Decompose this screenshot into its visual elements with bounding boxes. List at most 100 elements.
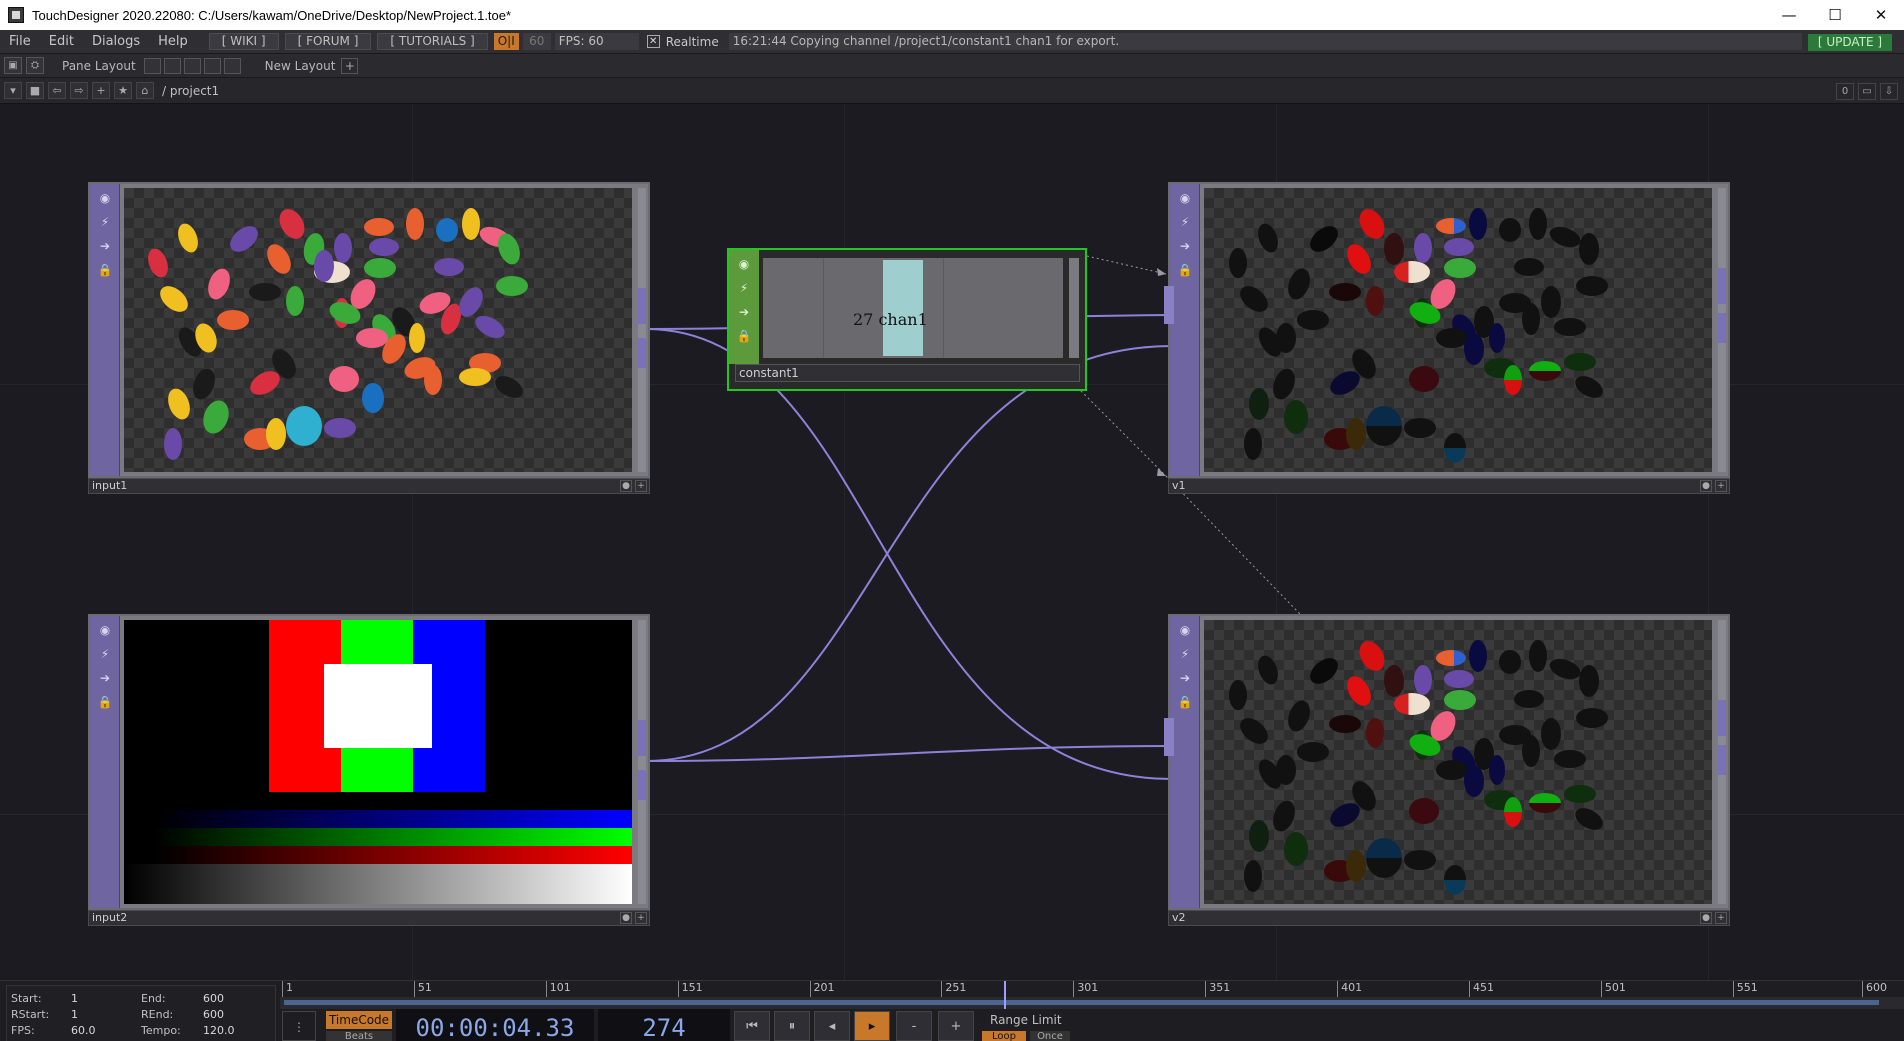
timeline-ruler[interactable]: 1 51 101 151 201 251 301 351 401 451 501 551 600	[280, 981, 1904, 997]
pane-export-icon[interactable]: ⇩	[1880, 83, 1898, 100]
menu-dialogs[interactable]: Dialogs	[83, 34, 149, 49]
node-body[interactable]: ◉ ⚡ ➔ 🔒	[88, 614, 650, 910]
scrollbar-knob[interactable]	[1718, 700, 1726, 736]
node-body[interactable]: ◉ ⚡ ➔ 🔒	[1168, 614, 1730, 910]
update-button[interactable]: [ UPDATE ]	[1808, 34, 1892, 51]
menu-edit[interactable]: Edit	[40, 34, 83, 49]
input-connector[interactable]	[1164, 286, 1174, 324]
go-to-start-button[interactable]: ⏮	[734, 1011, 770, 1041]
step-back-button[interactable]: -	[896, 1011, 932, 1041]
end-value[interactable]: 600	[203, 992, 224, 1005]
node-namebar[interactable]: v1 ● +	[1168, 478, 1730, 494]
star-icon[interactable]: ★	[114, 82, 132, 99]
rstart-value[interactable]: 1	[71, 1008, 78, 1021]
viewer-scrollbar[interactable]	[1718, 620, 1726, 904]
scrollbar-knob[interactable]	[638, 720, 646, 756]
bypass-arrow-icon[interactable]: ➔	[94, 236, 116, 256]
forward-arrow-icon[interactable]: ⇨	[70, 82, 88, 99]
viewer-scrollbar[interactable]	[638, 188, 646, 472]
viewer-toggle-icon[interactable]: ◉	[1174, 620, 1196, 640]
cook-icon[interactable]: ⚡	[733, 278, 755, 298]
display-flag-icon[interactable]: ●	[1700, 912, 1712, 924]
cook-icon[interactable]: ⚡	[94, 212, 116, 232]
bypass-arrow-icon[interactable]: ➔	[94, 668, 116, 688]
lock-icon[interactable]: 🔒	[733, 326, 755, 346]
timeline-cursor[interactable]	[1004, 981, 1007, 1009]
wire-input1-v2[interactable]	[645, 328, 1173, 780]
node-v2[interactable]: ◉ ⚡ ➔ 🔒 v2 ● +	[1164, 614, 1730, 930]
new-layout-plus-button[interactable]: +	[341, 57, 359, 74]
node-namebar[interactable]: input1 ● +	[88, 478, 650, 494]
back-arrow-icon[interactable]: ⇦	[48, 82, 66, 99]
home-icon[interactable]: ⌂	[136, 82, 154, 99]
viewer-toggle-icon[interactable]: ◉	[94, 620, 116, 640]
lock-icon[interactable]: 🔒	[94, 692, 116, 712]
step-forward-button[interactable]: +	[938, 1011, 974, 1041]
wire-input2-v2[interactable]	[645, 745, 1173, 762]
fps-value[interactable]: 60.0	[71, 1024, 96, 1037]
menu-help[interactable]: Help	[149, 34, 197, 49]
node-plus-icon[interactable]: +	[1715, 480, 1727, 492]
display-flag-icon[interactable]: ●	[1700, 480, 1712, 492]
viewer-toggle-icon[interactable]: ◉	[1174, 188, 1196, 208]
stop-icon[interactable]: ■	[26, 82, 44, 99]
rend-value[interactable]: 600	[203, 1008, 224, 1021]
play-forward-button[interactable]: ▸	[854, 1011, 890, 1041]
tempo-value[interactable]: 120.0	[203, 1024, 235, 1037]
forum-button[interactable]: [ FORUM ]	[284, 33, 372, 50]
pause-button[interactable]: ⏸	[774, 1011, 810, 1041]
timeline-options-button[interactable]: ⋮	[282, 1011, 316, 1041]
layout-split-v-button[interactable]	[163, 57, 181, 74]
maximize-button[interactable]: ☐	[1812, 0, 1858, 30]
minimize-button[interactable]: —	[1766, 0, 1812, 30]
scrollbar-knob[interactable]	[1718, 268, 1726, 304]
scrollbar-knob[interactable]	[638, 770, 646, 800]
close-button[interactable]: ✕	[1858, 0, 1904, 30]
viewer-toggle-icon[interactable]: ◉	[94, 188, 116, 208]
node-body[interactable]: ◉ ⚡ ➔ 🔒	[88, 182, 650, 478]
wire-input2-v1[interactable]	[645, 345, 1173, 762]
node-input1[interactable]: ◉ ⚡ ➔ 🔒 input1 ● +	[88, 182, 650, 498]
node-namebar[interactable]: v2 ● +	[1168, 910, 1730, 926]
network-icon[interactable]: ⛭	[26, 57, 44, 74]
oi-toggle[interactable]: O|I	[493, 33, 519, 50]
network-editor[interactable]: ◉ ⚡ ➔ 🔒 input1 ● + ◉ ⚡ ➔ 🔒 input2 ● + ◉ …	[0, 104, 1904, 980]
loop-button[interactable]: Loop	[982, 1031, 1026, 1041]
timecode-display[interactable]: 00:00:04.33	[396, 1009, 594, 1041]
layout-quad-button[interactable]	[223, 57, 241, 74]
input-connector[interactable]	[1164, 718, 1174, 756]
lock-icon[interactable]: 🔒	[94, 260, 116, 280]
start-value[interactable]: 1	[71, 992, 78, 1005]
play-backward-button[interactable]: ◂	[814, 1011, 850, 1041]
fps-cap-field[interactable]: 60	[522, 33, 551, 50]
image-icon[interactable]: ▣	[4, 57, 22, 74]
node-v1[interactable]: ◉ ⚡ ➔ 🔒 v1 ● +	[1164, 182, 1730, 498]
network-path[interactable]: / project1	[162, 84, 219, 98]
scrollbar-knob[interactable]	[1718, 745, 1726, 775]
display-flag-icon[interactable]: ●	[620, 912, 632, 924]
viewer-scrollbar[interactable]	[638, 620, 646, 904]
tutorials-button[interactable]: [ TUTORIALS ]	[377, 33, 488, 50]
node-plus-icon[interactable]: +	[635, 912, 647, 924]
menu-file[interactable]: File	[0, 34, 40, 49]
layout-three-button[interactable]	[203, 57, 221, 74]
bypass-arrow-icon[interactable]: ➔	[733, 302, 755, 322]
dropdown-icon[interactable]: ▾	[4, 82, 22, 99]
cook-icon[interactable]: ⚡	[1174, 212, 1196, 232]
node-input2[interactable]: ◉ ⚡ ➔ 🔒 input2 ● +	[88, 614, 650, 930]
timeline-track[interactable]	[280, 981, 1904, 1009]
cook-icon[interactable]: ⚡	[1174, 644, 1196, 664]
cook-icon[interactable]: ⚡	[94, 644, 116, 664]
node-namebar[interactable]: input2 ● +	[88, 910, 650, 926]
node-namebar[interactable]: constant1	[735, 364, 1080, 382]
timecode-mode-button[interactable]: TimeCode	[326, 1011, 392, 1029]
scrollbar-knob[interactable]	[1718, 313, 1726, 343]
viewer-toggle-icon[interactable]: ◉	[733, 254, 755, 274]
layout-split-h-button[interactable]	[183, 57, 201, 74]
viewer-scrollbar[interactable]	[1718, 188, 1726, 472]
bypass-arrow-icon[interactable]: ➔	[1174, 236, 1196, 256]
beats-mode-button[interactable]: Beats	[326, 1031, 392, 1041]
node-constant1[interactable]: ◉ ⚡ ➔ 🔒 27 chan1 constant1	[727, 248, 1087, 391]
once-button[interactable]: Once	[1030, 1031, 1070, 1041]
scrollbar-knob[interactable]	[638, 338, 646, 368]
